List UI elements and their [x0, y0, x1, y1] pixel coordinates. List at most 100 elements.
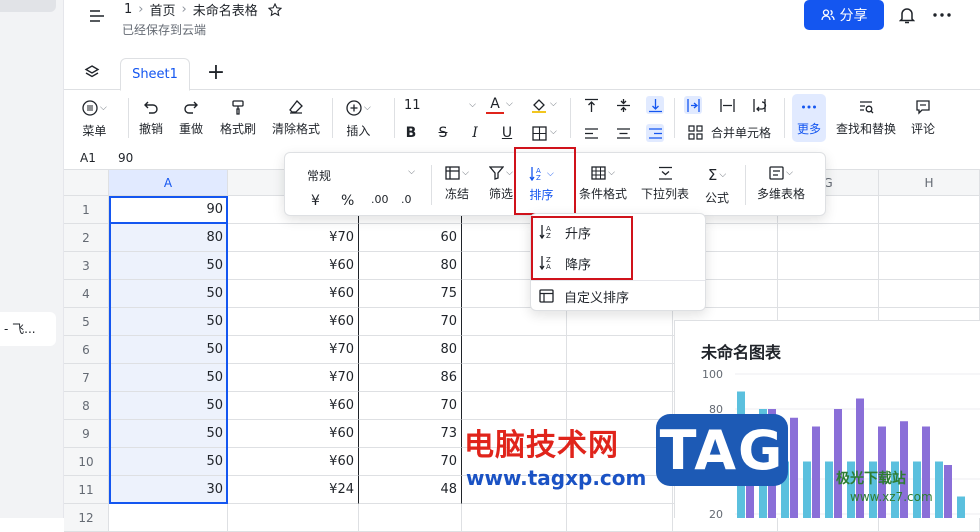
cell-e6[interactable]	[567, 336, 673, 364]
row-header[interactable]: 7	[64, 364, 109, 392]
cell-b4[interactable]: ¥60	[228, 280, 359, 308]
comment-button[interactable]: 评论	[911, 99, 935, 137]
cell-b9[interactable]: ¥60	[228, 420, 359, 448]
cell-e12[interactable]	[567, 504, 673, 532]
select-all-corner[interactable]	[64, 170, 109, 196]
custom-sort-item[interactable]: 自定义排序	[539, 284, 629, 308]
border-icon[interactable]	[530, 124, 548, 142]
font-size-select[interactable]: 11 ⌵	[404, 96, 476, 114]
merge-cells-button[interactable]: 合并单元格	[688, 124, 771, 141]
cell-a9[interactable]: 50	[109, 420, 228, 448]
strikethrough-button[interactable]: S	[434, 124, 452, 142]
cell-c12[interactable]	[359, 504, 462, 532]
more-button[interactable]: 更多	[792, 94, 826, 142]
row-header[interactable]: 11	[64, 476, 109, 504]
formula-input[interactable]: 90	[118, 151, 133, 165]
star-icon[interactable]	[267, 2, 282, 17]
cell-e7[interactable]	[567, 364, 673, 392]
align-left-icon[interactable]	[582, 124, 600, 142]
cell-d6[interactable]	[462, 336, 567, 364]
cell-d7[interactable]	[462, 364, 567, 392]
cell-b11[interactable]: ¥24	[228, 476, 359, 504]
cell-b2[interactable]: ¥70	[228, 224, 359, 252]
cell-d12[interactable]	[462, 504, 567, 532]
cell-a6[interactable]: 50	[109, 336, 228, 364]
cell-e8[interactable]	[567, 392, 673, 420]
cell-c10[interactable]: 70	[359, 448, 462, 476]
cell-a4[interactable]: 50	[109, 280, 228, 308]
increase-decimal-icon[interactable]: .0	[401, 193, 412, 206]
cell-b12[interactable]	[228, 504, 359, 532]
share-button[interactable]: 分享	[804, 0, 884, 30]
undo-button[interactable]: 撤销	[139, 99, 163, 137]
cell-a5[interactable]: 50	[109, 308, 228, 336]
left-panel-item[interactable]: - 飞...	[0, 312, 56, 346]
cell-c4[interactable]: 75	[359, 280, 462, 308]
filter-button[interactable]: ⌵ 筛选	[489, 166, 513, 202]
left-panel-top-item[interactable]	[0, 0, 56, 12]
align-bottom-icon[interactable]	[646, 96, 664, 114]
fill-color-icon[interactable]	[530, 96, 548, 114]
redo-button[interactable]: 重做	[179, 99, 203, 137]
cell-d8[interactable]	[462, 392, 567, 420]
cell-h3[interactable]	[879, 252, 980, 280]
align-center-icon[interactable]	[614, 124, 632, 142]
cell-c5[interactable]: 70	[359, 308, 462, 336]
row-header[interactable]: 10	[64, 448, 109, 476]
number-format-select[interactable]: 常规 ⌵	[307, 167, 415, 184]
cell-a10[interactable]: 50	[109, 448, 228, 476]
cell-c6[interactable]: 80	[359, 336, 462, 364]
row-header[interactable]: 5	[64, 308, 109, 336]
find-replace-button[interactable]: 查找和替换	[836, 99, 896, 137]
tab-sheet1[interactable]: Sheet1	[120, 58, 190, 91]
cell-c7[interactable]: 86	[359, 364, 462, 392]
cell-c3[interactable]: 80	[359, 252, 462, 280]
breadcrumb-count[interactable]: 1	[124, 2, 132, 17]
row-header[interactable]: 12	[64, 504, 109, 532]
add-sheet-button[interactable]: +	[204, 60, 228, 85]
align-right-icon[interactable]	[646, 124, 664, 142]
format-painter-button[interactable]: 格式刷	[220, 99, 256, 137]
menu-button[interactable]: ⌵ 菜单	[82, 99, 107, 139]
fit-width-icon[interactable]	[718, 96, 736, 114]
column-header-a[interactable]: A	[109, 170, 228, 196]
row-header[interactable]: 1	[64, 196, 109, 224]
cell-g2[interactable]	[778, 224, 879, 252]
cell-b3[interactable]: ¥60	[228, 252, 359, 280]
cell-g4[interactable]	[778, 280, 879, 308]
cell-e5[interactable]	[567, 308, 673, 336]
row-header[interactable]: 3	[64, 252, 109, 280]
bold-button[interactable]: B	[402, 124, 420, 142]
cell-b7[interactable]: ¥70	[228, 364, 359, 392]
currency-button[interactable]: ¥	[311, 193, 320, 209]
cell-d5[interactable]	[462, 308, 567, 336]
cell-a7[interactable]: 50	[109, 364, 228, 392]
clear-format-button[interactable]: 清除格式	[272, 99, 320, 137]
font-color-icon[interactable]: A	[486, 96, 504, 114]
cell-a11[interactable]: 30	[109, 476, 228, 504]
cell-h2[interactable]	[879, 224, 980, 252]
cell-a12[interactable]	[109, 504, 228, 532]
row-header[interactable]: 2	[64, 224, 109, 252]
row-header[interactable]: 4	[64, 280, 109, 308]
cell-a1[interactable]: 90	[109, 196, 228, 224]
doc-title[interactable]: 未命名表格	[193, 0, 258, 19]
cell-a8[interactable]: 50	[109, 392, 228, 420]
cell-c2[interactable]: 60	[359, 224, 462, 252]
row-header[interactable]: 8	[64, 392, 109, 420]
cell-c9[interactable]: 73	[359, 420, 462, 448]
more-options-icon[interactable]	[930, 4, 954, 26]
cell-reference[interactable]: A1	[80, 151, 96, 165]
cell-c11[interactable]: 48	[359, 476, 462, 504]
percent-button[interactable]: %	[341, 193, 354, 209]
cell-h1[interactable]	[879, 196, 980, 224]
wrap-icon[interactable]	[684, 96, 702, 114]
insert-button[interactable]: ⌵ 插入	[346, 99, 371, 139]
formula-button[interactable]: Σ ⌵ 公式	[705, 166, 729, 206]
cell-b8[interactable]: ¥60	[228, 392, 359, 420]
conditional-format-button[interactable]: ⌵ 条件格式	[579, 166, 627, 202]
row-header[interactable]: 6	[64, 336, 109, 364]
layers-icon[interactable]	[82, 62, 102, 82]
cell-a2[interactable]: 80	[109, 224, 228, 252]
cell-b5[interactable]: ¥60	[228, 308, 359, 336]
